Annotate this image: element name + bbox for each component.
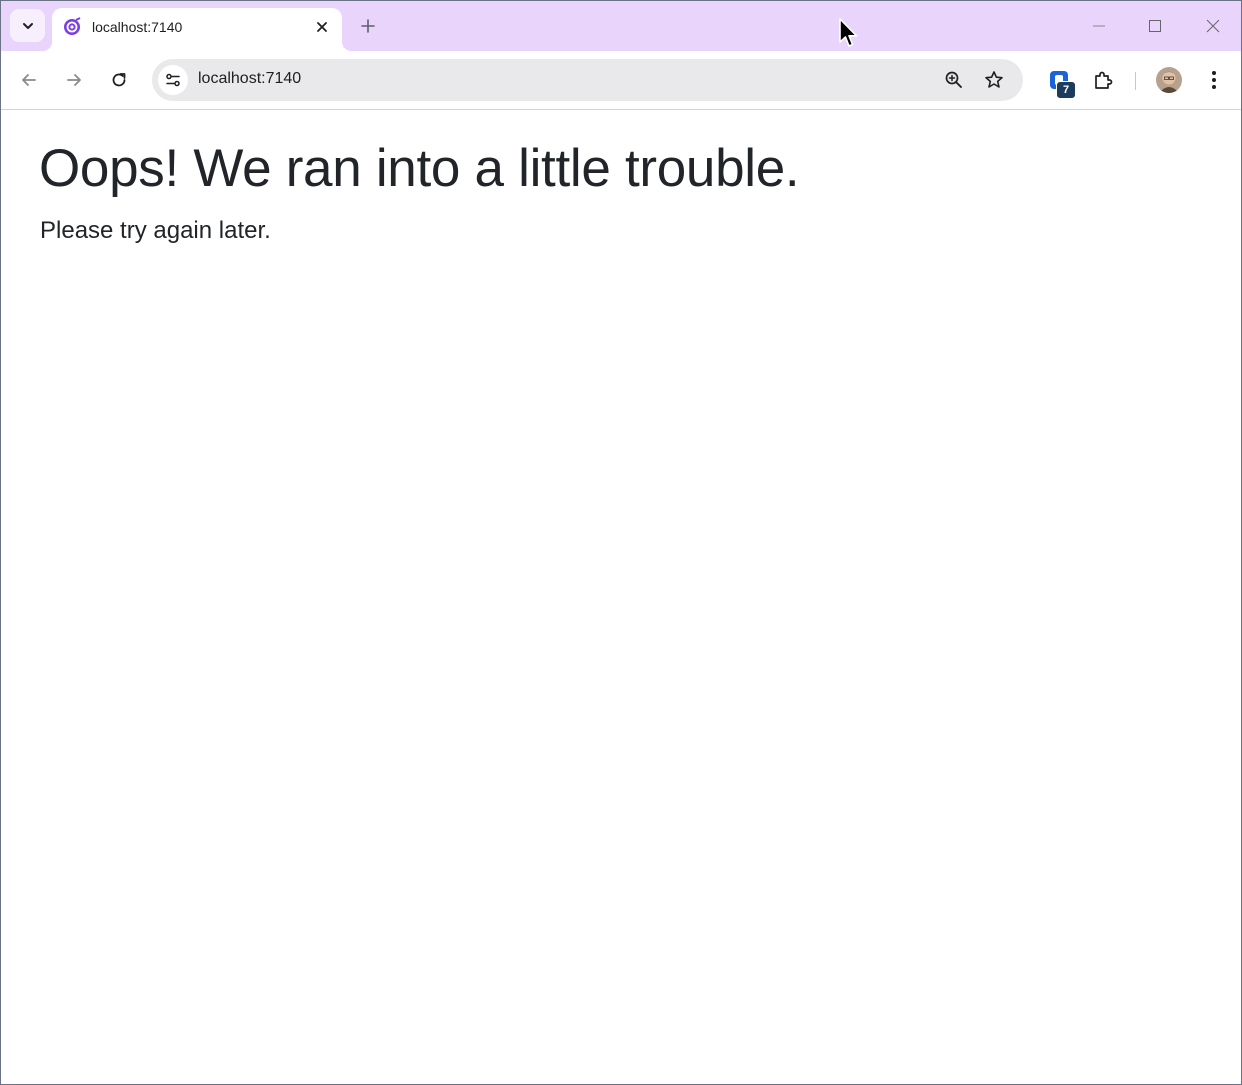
close-icon bbox=[1206, 19, 1220, 33]
tune-icon bbox=[166, 73, 180, 87]
kebab-menu-icon bbox=[1212, 71, 1216, 89]
toolbar: localhost:7140 bbox=[1, 51, 1241, 110]
maximize-icon bbox=[1149, 20, 1161, 32]
tab-title: localhost:7140 bbox=[92, 19, 183, 35]
bookmark-button[interactable] bbox=[982, 68, 1006, 92]
profile-avatar-image bbox=[1156, 67, 1182, 93]
plus-icon bbox=[361, 19, 375, 33]
url-text[interactable]: localhost:7140 bbox=[198, 70, 301, 88]
new-tab-button[interactable] bbox=[356, 14, 380, 38]
toolbar-divider bbox=[1135, 72, 1136, 90]
close-icon bbox=[317, 22, 327, 32]
menu-button[interactable] bbox=[1200, 66, 1228, 94]
tab-strip: localhost:7140 bbox=[1, 1, 1241, 51]
tab-search-button[interactable] bbox=[10, 9, 45, 42]
zoom-button[interactable] bbox=[942, 68, 966, 92]
zoom-in-icon bbox=[945, 71, 962, 88]
window-close-button[interactable] bbox=[1185, 1, 1241, 51]
minimize-button[interactable] bbox=[1071, 1, 1127, 51]
extension-badge: 7 bbox=[1056, 81, 1076, 99]
star-icon bbox=[985, 71, 1003, 88]
minimize-icon bbox=[1093, 25, 1105, 27]
arrow-left-icon bbox=[22, 74, 36, 86]
reload-icon bbox=[112, 73, 126, 87]
forward-button[interactable] bbox=[58, 64, 90, 96]
page-content: Oops! We ran into a little trouble. Plea… bbox=[1, 110, 1241, 1084]
reload-button[interactable] bbox=[103, 64, 135, 96]
browser-window: localhost:7140 localhost:7140 7 Oops! We… bbox=[0, 0, 1242, 1085]
site-info-button[interactable] bbox=[158, 65, 188, 95]
avatar[interactable] bbox=[1156, 67, 1182, 93]
arrow-right-icon bbox=[67, 74, 81, 86]
address-bar[interactable]: localhost:7140 bbox=[152, 59, 1023, 101]
tab-active[interactable]: localhost:7140 bbox=[42, 8, 352, 51]
mouse-cursor-icon bbox=[839, 18, 858, 47]
extensions-button[interactable] bbox=[1089, 66, 1117, 94]
error-message: Please try again later. bbox=[40, 217, 271, 244]
puzzle-icon bbox=[1095, 71, 1113, 89]
back-button[interactable] bbox=[13, 64, 45, 96]
tab-close-button[interactable] bbox=[312, 17, 332, 37]
blazor-icon bbox=[64, 17, 81, 35]
chevron-down-icon bbox=[22, 22, 33, 29]
page-title: Oops! We ran into a little trouble. bbox=[39, 139, 800, 198]
maximize-button[interactable] bbox=[1127, 1, 1183, 51]
